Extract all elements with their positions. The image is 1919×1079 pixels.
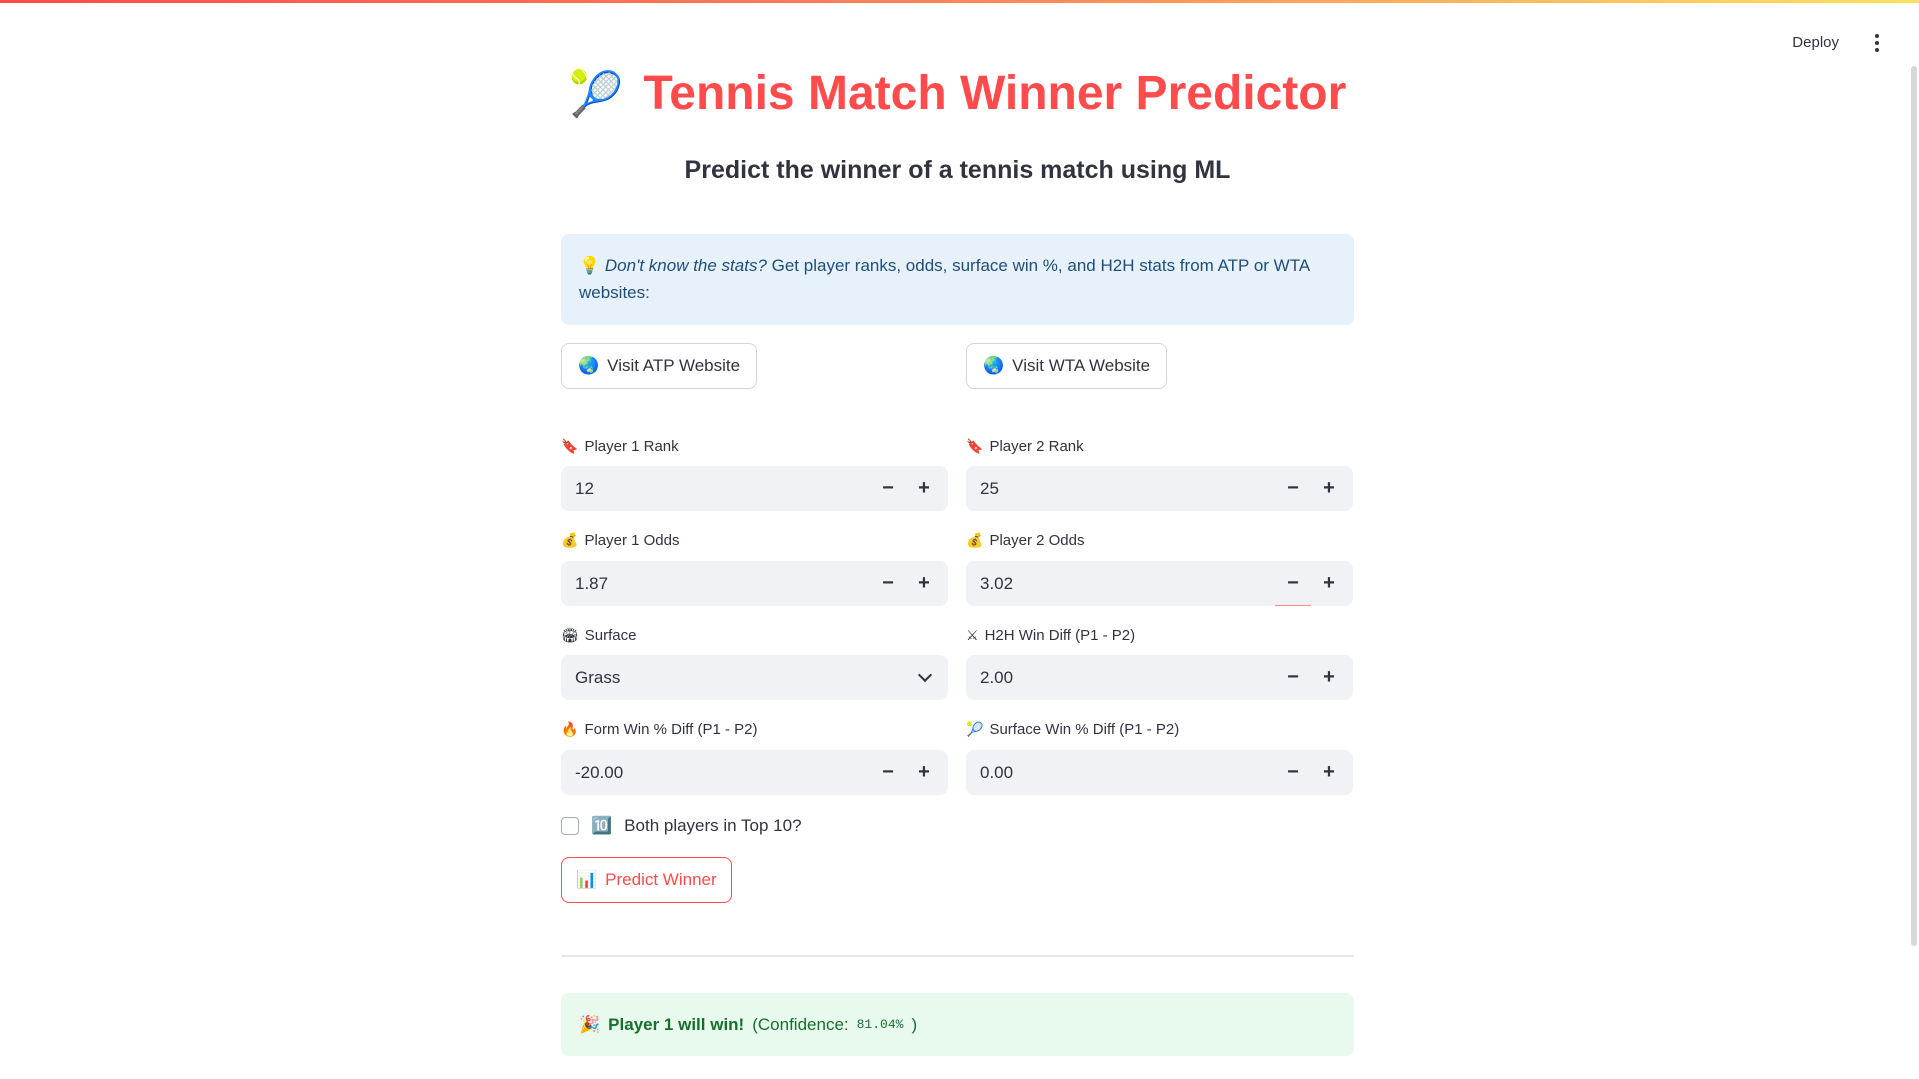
kebab-menu-icon[interactable] (1869, 30, 1885, 56)
page-subtitle: Predict the winner of a tennis match usi… (684, 156, 1231, 184)
crossed-swords-icon: ⚔ (966, 627, 979, 643)
player2-rank-input: 25 − + (966, 466, 1353, 511)
page-title: 🎾 Tennis Match Winner Predictor (561, 66, 1354, 121)
chevron-down-icon (917, 667, 933, 683)
top10-checkbox-row[interactable]: 🔟 Both players in Top 10? (561, 816, 802, 836)
player1-rank-increment-button[interactable]: + (906, 466, 942, 511)
bar-chart-icon: 📊 (576, 870, 598, 889)
focus-underline (1275, 605, 1311, 606)
player2-odds-increment-button[interactable]: + (1311, 561, 1347, 606)
h2h-value[interactable]: 2.00 (966, 668, 1275, 688)
player1-rank-label-text: Player 1 Rank (584, 438, 679, 455)
player2-odds-label: 💰 Player 2 Odds (966, 532, 1084, 549)
result-prefix: (Confidence: (752, 1014, 849, 1034)
player1-odds-increment-button[interactable]: + (906, 561, 942, 606)
surface-label-text: Surface (584, 627, 637, 644)
globe-icon: 🌏 (578, 356, 600, 375)
player2-odds-label-text: Player 2 Odds (989, 532, 1085, 549)
top10-checkbox[interactable] (561, 817, 579, 835)
player1-rank-value[interactable]: 12 (561, 479, 870, 499)
tennis-racket-icon: 🎾 (966, 721, 984, 737)
player1-odds-label-text: Player 1 Odds (584, 532, 680, 549)
visit-atp-label: Visit ATP Website (607, 356, 741, 375)
info-callout: 💡 Don't know the stats? Get player ranks… (561, 234, 1354, 325)
surface-label: 🏟 Surface (561, 627, 636, 644)
section-divider (561, 955, 1354, 957)
prediction-result-alert: 🎉 Player 1 will win! (Confidence: 81.04%… (561, 993, 1354, 1056)
money-bag-icon: 💰 (966, 532, 984, 548)
result-headline: Player 1 will win! (608, 1014, 745, 1034)
surface-win-decrement-button[interactable]: − (1275, 750, 1311, 795)
visit-wta-button[interactable]: 🌏 Visit WTA Website (966, 343, 1168, 389)
player1-rank-input: 12 − + (561, 466, 948, 511)
lightbulb-icon: 💡 (579, 256, 601, 275)
player2-odds-input: 3.02 − + (966, 561, 1353, 606)
surface-win-increment-button[interactable]: + (1311, 750, 1347, 795)
player1-rank-decrement-button[interactable]: − (870, 466, 906, 511)
h2h-input: 2.00 − + (966, 655, 1353, 700)
bookmark-icon: 🔖 (561, 438, 579, 454)
form-decrement-button[interactable]: − (870, 750, 906, 795)
visit-wta-label: Visit WTA Website (1012, 356, 1151, 375)
h2h-increment-button[interactable]: + (1311, 655, 1347, 700)
player1-odds-label: 💰 Player 1 Odds (561, 532, 679, 549)
h2h-decrement-button[interactable]: − (1275, 655, 1311, 700)
surface-select[interactable]: Grass (561, 655, 948, 700)
player1-odds-decrement-button[interactable]: − (870, 561, 906, 606)
h2h-label: ⚔ H2H Win Diff (P1 - P2) (966, 627, 1135, 644)
top10-label: Both players in Top 10? (624, 816, 802, 835)
form-input: -20.00 − + (561, 750, 948, 795)
form-label-text: Form Win % Diff (P1 - P2) (584, 721, 758, 738)
info-emphasis: Don't know the stats? (604, 256, 767, 275)
globe-icon: 🌏 (983, 356, 1005, 375)
h2h-label-text: H2H Win Diff (P1 - P2) (984, 627, 1136, 644)
stadium-icon: 🏟 (561, 627, 579, 643)
player1-odds-value[interactable]: 1.87 (561, 574, 870, 594)
player2-odds-decrement-button[interactable]: − (1275, 561, 1311, 606)
surface-win-label: 🎾 Surface Win % Diff (P1 - P2) (966, 721, 1179, 738)
player2-rank-decrement-button[interactable]: − (1275, 466, 1311, 511)
surface-win-label-text: Surface Win % Diff (P1 - P2) (989, 721, 1180, 738)
app-header-actions: Deploy (1788, 28, 1885, 57)
top-decoration-strip (0, 0, 1919, 3)
page-title-text: Tennis Match Winner Predictor (643, 67, 1347, 120)
keycap-ten-icon: 🔟 (591, 816, 613, 835)
player1-rank-label: 🔖 Player 1 Rank (561, 438, 679, 455)
tennis-racket-icon: 🎾 (568, 69, 624, 119)
party-popper-icon: 🎉 (579, 1014, 601, 1034)
surface-selected-value: Grass (575, 667, 621, 687)
fire-icon: 🔥 (561, 721, 579, 737)
player1-odds-input: 1.87 − + (561, 561, 948, 606)
predict-winner-button[interactable]: 📊 Predict Winner (561, 857, 732, 903)
money-bag-icon: 💰 (561, 532, 579, 548)
surface-win-input: 0.00 − + (966, 750, 1353, 795)
form-value[interactable]: -20.00 (561, 763, 870, 783)
form-label: 🔥 Form Win % Diff (P1 - P2) (561, 721, 758, 738)
result-suffix: ) (911, 1014, 918, 1034)
player2-rank-label-text: Player 2 Rank (989, 438, 1084, 455)
player2-rank-value[interactable]: 25 (966, 479, 1275, 499)
confidence-value: 81.04% (856, 1017, 904, 1032)
surface-win-value[interactable]: 0.00 (966, 763, 1275, 783)
bookmark-icon: 🔖 (966, 438, 984, 454)
player2-rank-label: 🔖 Player 2 Rank (966, 438, 1084, 455)
predict-winner-label: Predict Winner (605, 870, 717, 889)
form-increment-button[interactable]: + (906, 750, 942, 795)
player2-odds-value[interactable]: 3.02 (966, 574, 1275, 594)
player2-rank-increment-button[interactable]: + (1311, 466, 1347, 511)
page-scrollbar[interactable] (1911, 66, 1917, 946)
deploy-button[interactable]: Deploy (1788, 28, 1843, 57)
visit-atp-button[interactable]: 🌏 Visit ATP Website (561, 343, 758, 389)
